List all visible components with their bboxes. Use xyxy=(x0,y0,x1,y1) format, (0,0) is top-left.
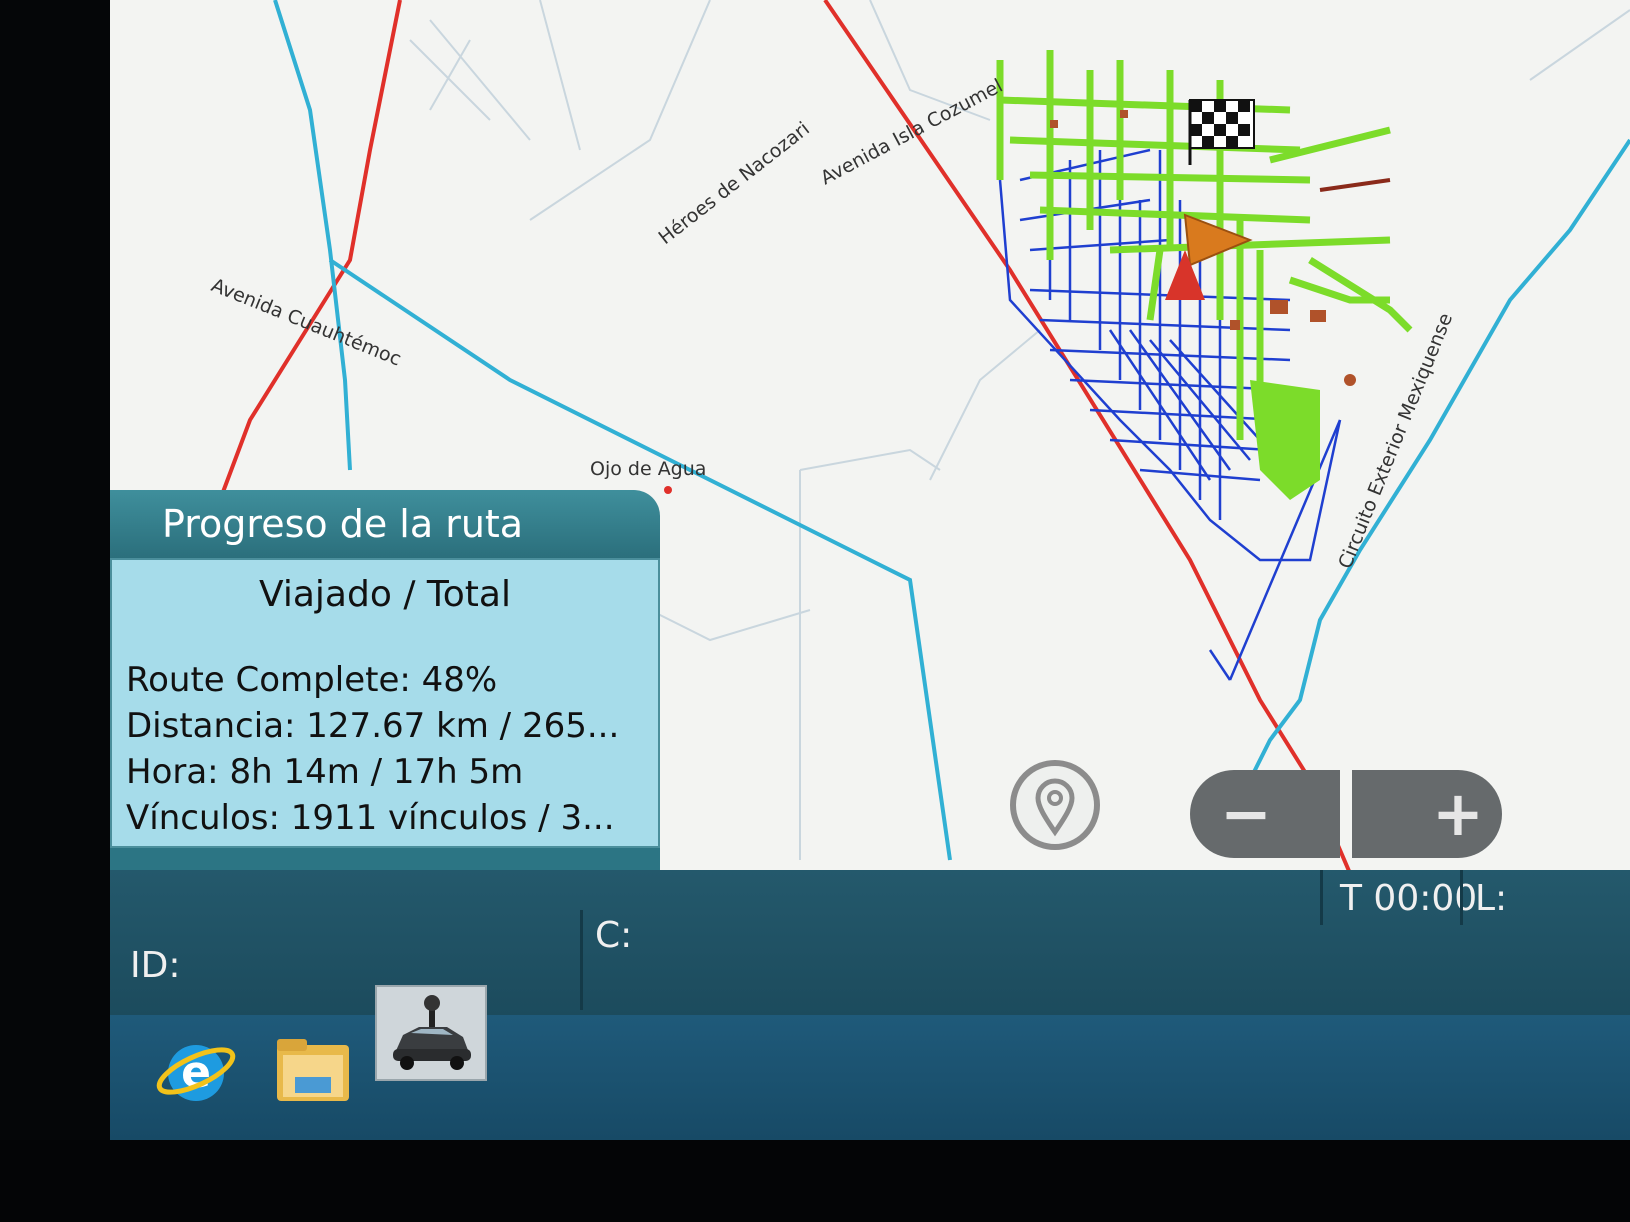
file-explorer-taskbar-button[interactable] xyxy=(265,1027,361,1115)
location-button[interactable] xyxy=(1010,760,1100,850)
file-explorer-icon xyxy=(277,1039,349,1101)
time-stat: Hora: 8h 14m / 17h 5m xyxy=(126,752,524,792)
c-field: C: xyxy=(595,915,633,956)
status-bar: T 00:00 L: C: ID: xyxy=(110,870,1630,1015)
status-divider-l xyxy=(1460,870,1463,925)
zoom-out-button[interactable]: − xyxy=(1190,770,1340,858)
internet-explorer-icon: e xyxy=(156,1045,236,1101)
screen: Héroes de Nacozari Avenida Isla Cozumel … xyxy=(110,0,1630,1140)
status-divider-c xyxy=(580,910,583,1010)
label-ojo-de-agua: Ojo de Agua xyxy=(590,458,706,480)
route-panel-subtitle: Viajado / Total xyxy=(259,574,511,615)
l-field: L: xyxy=(1475,878,1508,919)
zoom-in-button[interactable]: + xyxy=(1352,770,1502,858)
route-progress-panel: Progreso de la ruta Viajado / Total Rout… xyxy=(110,490,660,930)
zoom-in-icon: + xyxy=(1432,777,1484,850)
zoom-out-icon: − xyxy=(1220,777,1272,850)
time-field: T 00:00 xyxy=(1340,878,1478,919)
internet-explorer-taskbar-button[interactable]: e xyxy=(150,1027,246,1115)
monitor-bezel xyxy=(0,1140,1630,1222)
taskbar: e xyxy=(110,985,1630,1140)
route-panel-title: Progreso de la ruta xyxy=(110,490,660,558)
ojo-de-agua-dot xyxy=(664,486,672,494)
route-complete-stat: Route Complete: 48% xyxy=(126,660,498,700)
map-controls: − + xyxy=(1010,760,1510,870)
street-view-car-taskbar-button[interactable] xyxy=(375,985,487,1081)
id-field: ID: xyxy=(130,945,181,986)
route-panel-body: Viajado / Total Route Complete: 48% Dist… xyxy=(110,558,660,848)
location-pin-icon xyxy=(1035,778,1075,837)
street-view-car-app-icon xyxy=(393,995,471,1070)
status-divider-time xyxy=(1320,870,1323,925)
distance-stat: Distancia: 127.67 km / 265... xyxy=(126,706,620,746)
links-stat: Vínculos: 1911 vínculos / 3... xyxy=(126,798,615,838)
